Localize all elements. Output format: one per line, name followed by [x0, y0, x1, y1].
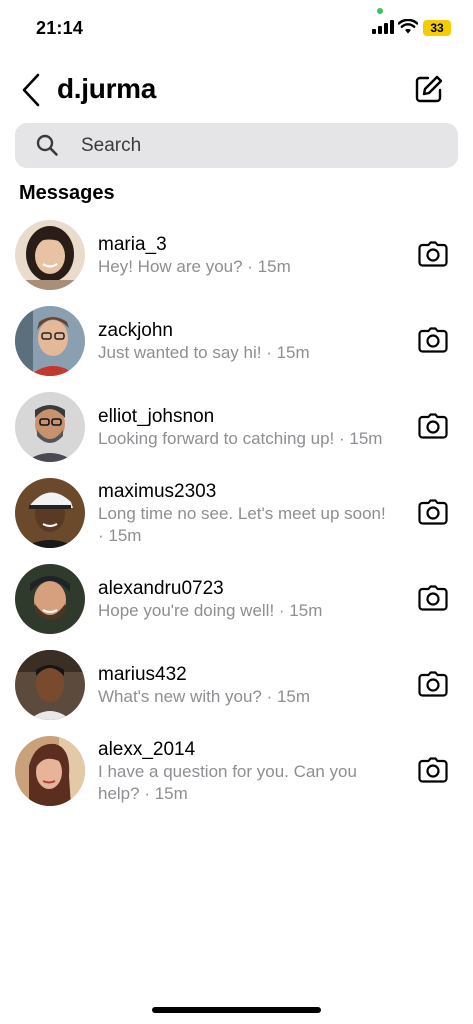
camera-button[interactable]	[416, 411, 450, 441]
conversation-text: alexandru0723 Hope you're doing well! · …	[98, 556, 388, 642]
conversation-text: marius432 What's new with you? · 15m	[98, 642, 388, 728]
conversation-preview: Hope you're doing well! · 15m	[98, 600, 323, 620]
conversation-preview: I have a question for you. Can you help?…	[98, 761, 357, 803]
page-title[interactable]: d.jurma	[57, 73, 156, 105]
conversation-preview: Looking forward to catching up! · 15m	[98, 428, 383, 448]
avatar[interactable]	[15, 564, 85, 634]
conversation-username: zackjohn	[98, 319, 173, 341]
back-button[interactable]	[16, 70, 46, 110]
camera-icon	[418, 671, 448, 697]
wifi-icon	[398, 19, 418, 34]
messages-section-title: Messages	[19, 182, 115, 204]
conversation-text: zackjohn Just wanted to say hi! · 15m	[98, 298, 388, 384]
compose-icon	[415, 75, 443, 103]
conversation-row[interactable]: zackjohn Just wanted to say hi! · 15m	[0, 298, 473, 384]
conversation-row[interactable]: alexx_2014 I have a question for you. Ca…	[0, 728, 473, 814]
conversation-username: maria_3	[98, 233, 167, 255]
search-icon	[36, 134, 58, 156]
conversation-username: alexandru0723	[98, 577, 224, 599]
conversation-text: alexx_2014 I have a question for you. Ca…	[98, 728, 388, 814]
camera-icon	[418, 757, 448, 783]
conversation-list: maria_3 Hey! How are you? · 15m zackjohn…	[0, 212, 473, 814]
camera-icon	[418, 241, 448, 267]
home-indicator[interactable]	[152, 1007, 321, 1013]
compose-button[interactable]	[412, 72, 446, 106]
camera-icon	[418, 585, 448, 611]
camera-button[interactable]	[416, 583, 450, 613]
camera-button[interactable]	[416, 239, 450, 269]
status-time: 21:14	[36, 18, 84, 38]
conversation-username: marius432	[98, 663, 187, 685]
avatar[interactable]	[15, 650, 85, 720]
cellular-signal-icon	[372, 20, 394, 34]
search-bar[interactable]	[15, 123, 458, 168]
conversation-text: elliot_johsnon Looking forward to catchi…	[98, 384, 388, 470]
avatar[interactable]	[15, 306, 85, 376]
camera-button[interactable]	[416, 755, 450, 785]
conversation-preview: Hey! How are you? · 15m	[98, 256, 291, 276]
avatar[interactable]	[15, 392, 85, 462]
status-bar: 21:14 33	[0, 0, 473, 56]
conversation-row[interactable]: maria_3 Hey! How are you? · 15m	[0, 212, 473, 298]
camera-button[interactable]	[416, 325, 450, 355]
avatar[interactable]	[15, 736, 85, 806]
chevron-left-icon	[22, 73, 40, 107]
header: d.jurma	[0, 66, 473, 116]
mic-indicator-dot	[377, 8, 383, 14]
conversation-username: maximus2303	[98, 480, 217, 502]
avatar[interactable]	[15, 220, 85, 290]
conversation-row[interactable]: alexandru0723 Hope you're doing well! · …	[0, 556, 473, 642]
conversation-text: maria_3 Hey! How are you? · 15m	[98, 212, 388, 298]
conversation-preview: Long time no see. Let's meet up soon! · …	[98, 503, 386, 545]
camera-icon	[418, 499, 448, 525]
avatar[interactable]	[15, 478, 85, 548]
camera-button[interactable]	[416, 669, 450, 699]
camera-button[interactable]	[416, 497, 450, 527]
conversation-row[interactable]: marius432 What's new with you? · 15m	[0, 642, 473, 728]
camera-icon	[418, 413, 448, 439]
conversation-text: maximus2303 Long time no see. Let's meet…	[98, 470, 388, 556]
conversation-row[interactable]: elliot_johsnon Looking forward to catchi…	[0, 384, 473, 470]
conversation-preview: What's new with you? · 15m	[98, 686, 311, 706]
battery-indicator: 33	[423, 20, 451, 36]
conversation-username: alexx_2014	[98, 738, 196, 760]
conversation-preview: Just wanted to say hi! · 15m	[98, 342, 310, 362]
conversation-row[interactable]: maximus2303 Long time no see. Let's meet…	[0, 470, 473, 556]
conversation-username: elliot_johsnon	[98, 405, 215, 427]
search-input[interactable]	[79, 123, 439, 168]
camera-icon	[418, 327, 448, 353]
